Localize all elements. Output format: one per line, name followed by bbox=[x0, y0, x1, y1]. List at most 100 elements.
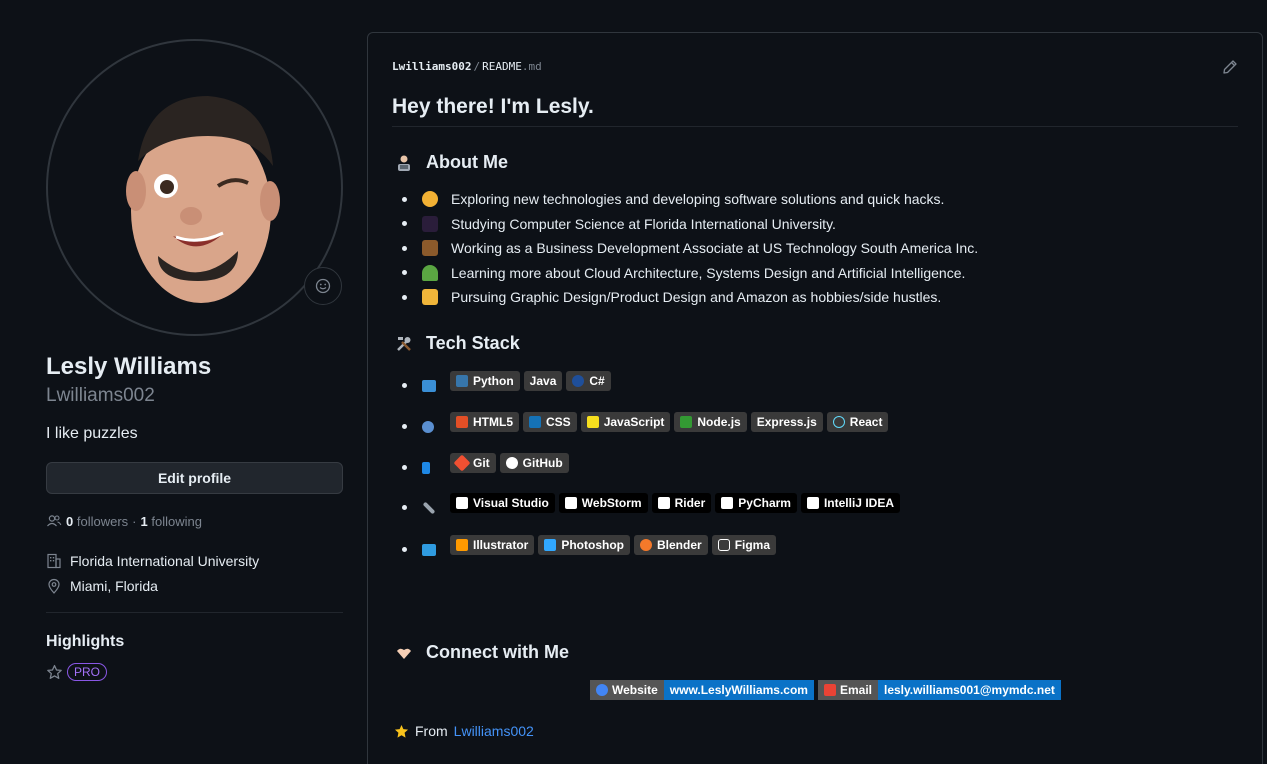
badge-github[interactable]: GitHub bbox=[499, 453, 569, 473]
badge-pycharm[interactable]: PyCharm bbox=[715, 493, 797, 513]
seedling-icon bbox=[422, 264, 438, 281]
github-icon bbox=[505, 457, 518, 469]
badge-photoshop[interactable]: Photoshop bbox=[538, 535, 630, 555]
badge-html5[interactable]: HTML5 bbox=[450, 412, 519, 432]
highlights-title: Highlights bbox=[46, 633, 125, 650]
badge-css[interactable]: CSS bbox=[523, 412, 577, 432]
profile-username: Lwilliams002 bbox=[46, 385, 155, 406]
pro-badge[interactable]: PRO bbox=[67, 663, 108, 681]
badge-react[interactable]: React bbox=[826, 412, 889, 432]
badge-csharp[interactable]: C# bbox=[566, 371, 611, 391]
pencil-icon bbox=[1223, 60, 1237, 74]
tech-heading: Tech Stack bbox=[394, 333, 520, 354]
photoshop-icon bbox=[544, 539, 557, 551]
badge-intellij[interactable]: IntelliJ IDEA bbox=[800, 493, 900, 513]
badge-webstorm[interactable]: WebStorm bbox=[558, 493, 648, 513]
wrench-icon bbox=[422, 501, 436, 515]
badge-label: Python bbox=[473, 374, 514, 388]
badge-label: Git bbox=[473, 456, 490, 470]
vcs-row: Git GitHub bbox=[392, 452, 569, 474]
crumb-separator: / bbox=[473, 60, 481, 73]
figma-icon bbox=[717, 539, 730, 551]
webstorm-icon bbox=[564, 497, 577, 509]
crumb-file-ext: .md bbox=[521, 60, 542, 73]
crumb-file-name[interactable]: README bbox=[482, 60, 522, 73]
globe-icon bbox=[422, 421, 434, 433]
badge-label: Illustrator bbox=[473, 538, 529, 552]
crumb-user-link[interactable]: Lwilliams002 bbox=[392, 60, 471, 73]
readme-panel: Lwilliams002/README.md Hey there! I'm Le… bbox=[367, 32, 1263, 764]
badge-blender[interactable]: Blender bbox=[634, 535, 708, 555]
badge-javascript[interactable]: JavaScript bbox=[580, 412, 671, 432]
badge-label: Photoshop bbox=[561, 538, 624, 552]
badge-git[interactable]: Git bbox=[450, 453, 496, 473]
badge-rider[interactable]: Rider bbox=[651, 493, 712, 513]
laptop-icon bbox=[422, 380, 436, 392]
badge-illustrator[interactable]: Illustrator bbox=[450, 535, 535, 555]
highlights-row: PRO bbox=[46, 663, 108, 681]
nodejs-icon bbox=[680, 416, 693, 428]
avatar-container bbox=[46, 39, 343, 336]
writing-hand-icon bbox=[422, 289, 438, 306]
badge-label: PyCharm bbox=[738, 496, 791, 510]
badge-visual-studio[interactable]: Visual Studio bbox=[450, 493, 555, 513]
badge-label: IntelliJ IDEA bbox=[823, 496, 894, 510]
about-heading-text: About Me bbox=[426, 152, 508, 172]
python-icon bbox=[456, 375, 468, 387]
from-user-link[interactable]: Lwilliams002 bbox=[454, 723, 534, 739]
profile-bio: I like puzzles bbox=[46, 425, 138, 442]
email-badge[interactable]: Email lesly.williams001@mymdc.net bbox=[817, 680, 1061, 700]
website-badge[interactable]: Website www.LeslyWilliams.com bbox=[590, 680, 814, 700]
badge-label: Rider bbox=[674, 496, 706, 510]
star-emoji-icon bbox=[394, 724, 409, 738]
following-link[interactable]: 1 following bbox=[141, 514, 202, 529]
followers-label: followers bbox=[76, 513, 129, 529]
css3-icon bbox=[529, 416, 541, 428]
organization-icon bbox=[47, 553, 61, 569]
badge-expressjs[interactable]: Express.js bbox=[750, 412, 823, 432]
from-label: From bbox=[415, 723, 448, 739]
about-item-text: Working as a Business Development Associ… bbox=[451, 240, 979, 257]
about-item-text: Pursuing Graphic Design/Product Design a… bbox=[451, 289, 942, 306]
memoji-avatar-image bbox=[126, 96, 280, 303]
badge-label: React bbox=[849, 415, 883, 429]
intellij-icon bbox=[806, 497, 819, 509]
badge-label: Figma bbox=[734, 538, 771, 552]
badge-java[interactable]: Java bbox=[523, 371, 563, 391]
javascript-icon bbox=[586, 416, 599, 428]
edit-profile-button[interactable]: Edit profile bbox=[46, 462, 343, 494]
badge-nodejs[interactable]: Node.js bbox=[674, 412, 747, 432]
about-heading: About Me bbox=[394, 152, 508, 173]
list-item: Pursuing Graphic Design/Product Design a… bbox=[392, 285, 978, 310]
readme-title: Hey there! I'm Lesly. bbox=[392, 95, 594, 118]
badge-label: Java bbox=[529, 374, 557, 388]
technologist-icon bbox=[394, 153, 414, 173]
badge-label: CSS bbox=[546, 415, 571, 429]
gmail-icon bbox=[823, 684, 836, 696]
badge-figma[interactable]: Figma bbox=[711, 535, 777, 555]
avatar[interactable] bbox=[46, 39, 343, 336]
followers-link[interactable]: 0 followers bbox=[66, 514, 128, 529]
organization-row: Florida International University bbox=[46, 553, 259, 569]
visual-studio-icon bbox=[456, 497, 468, 509]
tech-heading-text: Tech Stack bbox=[426, 333, 520, 353]
set-status-button[interactable] bbox=[304, 267, 342, 305]
badge-label: HTML5 bbox=[473, 415, 513, 429]
file-cabinet-icon bbox=[422, 462, 430, 474]
sidebar-divider bbox=[46, 612, 343, 613]
badge-python[interactable]: Python bbox=[450, 371, 520, 391]
badge-label: Express.js bbox=[756, 415, 817, 429]
list-item: Learning more about Cloud Architecture, … bbox=[392, 261, 978, 286]
profile-full-name: Lesly Williams bbox=[46, 353, 212, 380]
ide-row: Visual Studio WebStorm Rider PyCharm Int… bbox=[392, 493, 900, 515]
badge-label: C# bbox=[589, 374, 605, 388]
edit-readme-button[interactable] bbox=[1222, 59, 1238, 80]
smiley-icon bbox=[315, 278, 331, 294]
thinking-face-icon bbox=[422, 191, 438, 208]
badge-label: WebStorm bbox=[581, 496, 642, 510]
pycharm-icon bbox=[721, 497, 734, 509]
readme-breadcrumb: Lwilliams002/README.md bbox=[392, 60, 542, 73]
google-chrome-icon bbox=[596, 684, 608, 696]
followers-count: 0 bbox=[66, 513, 74, 529]
follow-stats: 0 followers · 1 following bbox=[46, 513, 202, 529]
